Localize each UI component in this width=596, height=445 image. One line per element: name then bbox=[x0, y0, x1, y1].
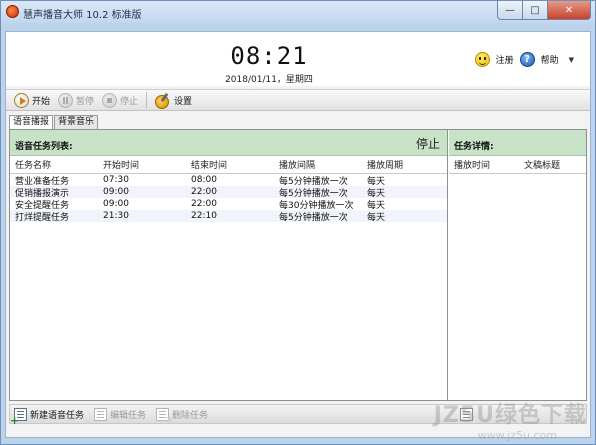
register-link[interactable]: 注册 bbox=[496, 53, 514, 66]
interval-cell: 每5分钟播放一次 bbox=[279, 212, 348, 223]
start-label: 开始 bbox=[32, 96, 51, 107]
close-button[interactable]: ✕ bbox=[548, 1, 591, 20]
settings-button[interactable]: 设置 bbox=[151, 91, 196, 109]
tab-strip: 语音播报 背景音乐 bbox=[9, 115, 99, 130]
app-window: 慧声播音大师 10.2 标准版 — □ ✕ 08:21 2018/01/11，星… bbox=[0, 0, 596, 445]
smiley-icon[interactable] bbox=[474, 52, 490, 67]
task-list-pane: 语音任务列表: 停止 任务名称 开始时间 结束时间 播放间隔 播放周期 营业准备… bbox=[10, 130, 448, 400]
delete-document-icon bbox=[156, 407, 172, 425]
task-list-title: 语音任务列表: bbox=[15, 142, 73, 152]
stop-label: 停止 bbox=[120, 96, 139, 107]
stop-icon bbox=[102, 92, 118, 108]
end-time-cell: 22:00 bbox=[191, 199, 217, 209]
title-bar[interactable]: 慧声播音大师 10.2 标准版 — □ ✕ bbox=[1, 1, 595, 23]
maximize-button[interactable]: □ bbox=[523, 1, 548, 20]
clock-date: 2018/01/11，星期四 bbox=[225, 75, 313, 85]
task-panel: 语音任务列表: 停止 任务名称 开始时间 结束时间 播放间隔 播放周期 营业准备… bbox=[9, 129, 587, 401]
table-row[interactable]: 打烊提醒任务 21:30 22:10 每5分钟播放一次 每天 bbox=[10, 210, 447, 223]
chevron-down-icon[interactable]: ▼ bbox=[569, 56, 574, 64]
column-header-period[interactable]: 播放周期 bbox=[362, 158, 442, 171]
new-task-button[interactable]: 新建语音任务 bbox=[10, 407, 85, 425]
help-link[interactable]: 帮助 bbox=[541, 53, 559, 66]
delete-task-button[interactable]: 删除任务 bbox=[156, 407, 209, 425]
pause-label: 暂停 bbox=[76, 96, 95, 107]
column-header-end-time[interactable]: 结束时间 bbox=[186, 158, 274, 171]
toolbar-divider bbox=[146, 92, 148, 108]
client-area: 08:21 2018/01/11，星期四 注册 ? 帮助 ▼ 开始 暂停 停止 bbox=[5, 31, 591, 438]
edit-task-label: 编辑任务 bbox=[110, 410, 147, 421]
settings-label: 设置 bbox=[174, 96, 193, 107]
settings-wrench-icon bbox=[155, 93, 171, 109]
column-header-task-name[interactable]: 任务名称 bbox=[10, 158, 98, 171]
task-list-header: 语音任务列表: 停止 bbox=[10, 130, 447, 156]
pause-button[interactable]: 暂停 bbox=[54, 91, 98, 109]
detail-list-icon[interactable] bbox=[460, 408, 473, 421]
main-toolbar: 开始 暂停 停止 设置 bbox=[6, 89, 590, 111]
column-header-start-time[interactable]: 开始时间 bbox=[98, 158, 186, 171]
task-actions-bar: 新建语音任务 编辑任务 删除任务 bbox=[9, 404, 587, 425]
detail-table-header: 播放时间 文稿标题 bbox=[449, 156, 586, 174]
start-time-cell: 09:00 bbox=[103, 199, 129, 209]
minimize-button[interactable]: — bbox=[497, 1, 523, 20]
header-actions: 注册 ? 帮助 ▼ bbox=[474, 52, 574, 67]
task-table-header: 任务名称 开始时间 结束时间 播放间隔 播放周期 bbox=[10, 156, 447, 174]
window-controls: — □ ✕ bbox=[497, 1, 591, 20]
delete-task-label: 删除任务 bbox=[172, 410, 209, 421]
edit-task-button[interactable]: 编辑任务 bbox=[94, 407, 147, 421]
edit-document-icon bbox=[94, 407, 108, 421]
clock-time: 08:21 bbox=[230, 42, 308, 70]
start-time-cell: 07:30 bbox=[103, 175, 129, 185]
play-icon bbox=[14, 92, 29, 108]
pause-icon bbox=[58, 92, 74, 108]
tab-voice-broadcast[interactable]: 语音播报 bbox=[9, 115, 54, 130]
table-row[interactable]: 营业准备任务 07:30 08:00 每5分钟播放一次 每天 bbox=[10, 174, 447, 187]
start-time-cell: 21:30 bbox=[103, 211, 129, 221]
clock-header: 08:21 2018/01/11，星期四 注册 ? 帮助 ▼ bbox=[6, 32, 590, 86]
new-document-icon bbox=[10, 407, 27, 425]
end-time-cell: 22:00 bbox=[191, 187, 217, 197]
playback-status: 停止 bbox=[415, 137, 440, 151]
window-title: 慧声播音大师 10.2 标准版 bbox=[23, 10, 142, 21]
start-button[interactable]: 开始 bbox=[10, 91, 54, 109]
end-time-cell: 22:10 bbox=[191, 211, 217, 221]
column-header-play-time[interactable]: 播放时间 bbox=[449, 158, 519, 171]
new-task-label: 新建语音任务 bbox=[30, 410, 85, 421]
tab-background-music[interactable]: 背景音乐 bbox=[54, 115, 99, 129]
start-time-cell: 09:00 bbox=[103, 187, 129, 197]
stop-button[interactable]: 停止 bbox=[98, 91, 142, 109]
help-icon[interactable]: ? bbox=[519, 52, 535, 67]
column-header-interval[interactable]: 播放间隔 bbox=[274, 158, 362, 171]
app-logo-icon bbox=[6, 5, 19, 18]
task-detail-title: 任务详情: bbox=[454, 142, 494, 152]
task-name-cell: 打烊提醒任务 bbox=[15, 212, 70, 223]
table-row[interactable]: 促销播报演示 09:00 22:00 每5分钟播放一次 每天 bbox=[10, 186, 447, 199]
task-detail-pane: 任务详情: 播放时间 文稿标题 bbox=[449, 130, 586, 400]
task-detail-header: 任务详情: bbox=[449, 130, 586, 156]
end-time-cell: 08:00 bbox=[191, 175, 217, 185]
period-cell: 每天 bbox=[367, 212, 386, 223]
table-row[interactable]: 安全提醒任务 09:00 22:00 每30分钟播放一次 每天 bbox=[10, 198, 447, 211]
column-header-script-title[interactable]: 文稿标题 bbox=[519, 158, 585, 171]
